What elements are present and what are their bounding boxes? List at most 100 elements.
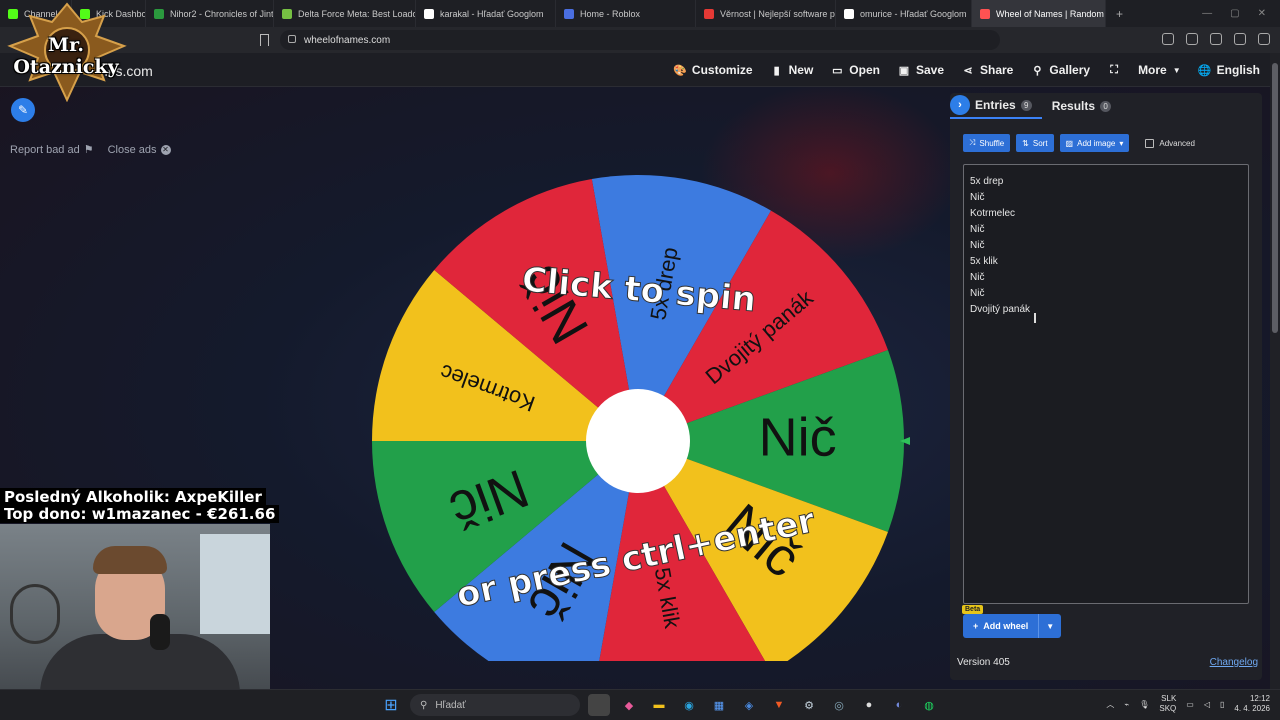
- lang-bottom: SKQ: [1159, 704, 1177, 713]
- browser-tab[interactable]: Wheel of Names | Random✕: [972, 0, 1106, 27]
- browser-tab[interactable]: karakal - Hľadať Googlom: [416, 0, 556, 27]
- webcam-microphone: [150, 614, 170, 650]
- shuffle-label: Shuffle: [979, 138, 1005, 148]
- display-icon[interactable]: ▭: [1186, 700, 1194, 709]
- shuffle-icon: ⤨: [969, 138, 976, 147]
- site-header: mes.com 🎨 Customize ▮ New ▭ Open ▣ Save ⋖ Sha…: [0, 53, 1270, 87]
- entry-line: 5x klik: [970, 256, 998, 267]
- microphone-icon[interactable]: 🎙: [1139, 700, 1149, 709]
- browser-tab[interactable]: Home - Roblox: [556, 0, 696, 27]
- copilot-icon[interactable]: ◆: [618, 694, 640, 716]
- taskbar-search-placeholder: Hľadať: [435, 699, 466, 711]
- maximize-icon[interactable]: ▢: [1230, 8, 1239, 19]
- system-tray: ︿ ⌁ 🎙 SLK SKQ ▭ ◁ ▯ 12:12 4. 4. 2026: [1106, 694, 1270, 714]
- url-field[interactable]: wheelofnames.com: [280, 30, 1000, 50]
- browser-tab-label: Home - Roblox: [580, 8, 641, 19]
- add-wheel-button[interactable]: Beta + Add wheel ▼: [962, 605, 1062, 638]
- version-label: Version 405: [957, 657, 1010, 668]
- fullscreen-button[interactable]: ⛶: [1108, 64, 1120, 76]
- browser-tab-label: Wheel of Names | Random: [996, 8, 1104, 19]
- browser-tab-label: karakal - Hľadať Googlom: [440, 8, 544, 19]
- clock-date: 4. 4. 2026: [1234, 704, 1270, 713]
- outlook-icon[interactable]: ◈: [738, 694, 760, 716]
- wallet-icon[interactable]: [1234, 33, 1246, 45]
- wheel[interactable]: 5x drepDvojitý panákNičNič5x klikNičNičK…: [370, 121, 910, 661]
- sort-button[interactable]: ⇅ Sort: [1016, 134, 1054, 152]
- battery-icon[interactable]: ▯: [1220, 700, 1224, 709]
- sidebar-icon[interactable]: [1210, 33, 1222, 45]
- keyboard-language[interactable]: SLK SKQ: [1159, 694, 1176, 714]
- browser-tab[interactable]: Nihor2 - Chronicles of Jinteia: [146, 0, 274, 27]
- customize-button[interactable]: 🎨 Customize: [673, 63, 753, 77]
- entries-textarea[interactable]: 5x drep Nič Kotrmelec Nič Nič 5x klik Nič Nič Dv…: [963, 164, 1249, 604]
- taskbar-search[interactable]: ⚲ Hľadať: [410, 694, 580, 716]
- language-button[interactable]: 🌐 English: [1198, 63, 1260, 77]
- minimize-icon[interactable]: —: [1202, 8, 1212, 19]
- add-wheel-dropdown[interactable]: ▼: [1039, 622, 1061, 631]
- save-button[interactable]: ▣ Save: [898, 63, 944, 77]
- tab-entries[interactable]: › Entries 9: [950, 93, 1042, 119]
- more-button[interactable]: More ▼: [1138, 63, 1181, 77]
- reading-list-icon[interactable]: [1186, 33, 1198, 45]
- site-info-icon[interactable]: [288, 35, 296, 43]
- network-icon[interactable]: ⌁: [1124, 700, 1129, 709]
- scrollbar-thumb[interactable]: [1272, 63, 1278, 333]
- wheel-slice-label: Nič: [759, 407, 837, 467]
- lang-top: SLK: [1161, 694, 1177, 703]
- entry-line: Nič: [970, 224, 985, 235]
- task-view-icon[interactable]: [588, 694, 610, 716]
- edge-icon[interactable]: ◉: [678, 694, 700, 716]
- report-bad-ad-link[interactable]: Report bad ad ⚑: [10, 143, 94, 157]
- page-scrollbar[interactable]: [1270, 53, 1280, 689]
- pencil-icon: ✎: [17, 103, 29, 117]
- tab-favicon-icon: [980, 8, 990, 19]
- advanced-toggle[interactable]: Advanced: [1145, 138, 1195, 148]
- obs-icon[interactable]: ●: [858, 694, 880, 716]
- volume-icon[interactable]: ◁: [1204, 700, 1210, 709]
- new-button[interactable]: ▮ New: [771, 63, 814, 77]
- windows-start-icon[interactable]: ⊞: [380, 694, 402, 716]
- entry-line: Kotrmelec: [970, 208, 1016, 219]
- webcam-fan: [10, 584, 60, 644]
- browser-tab[interactable]: omurice - Hľadať Googlom: [836, 0, 972, 27]
- new-label: New: [788, 63, 814, 77]
- fullscreen-icon: ⛶: [1110, 63, 1118, 76]
- taskbar-clock[interactable]: 12:12 4. 4. 2026: [1234, 694, 1270, 714]
- browser-tab[interactable]: Delta Force Meta: Best Loadou: [274, 0, 416, 27]
- entry-line: Nič: [970, 192, 985, 203]
- search-icon: ⚲: [420, 699, 428, 711]
- calculator-icon[interactable]: ▦: [708, 694, 730, 716]
- extensions-icon[interactable]: [1162, 33, 1174, 45]
- share-button[interactable]: ⋖ Share: [962, 63, 1013, 77]
- steam-icon[interactable]: ⚙: [798, 694, 820, 716]
- file-explorer-icon[interactable]: ▬: [648, 694, 670, 716]
- add-wheel-main[interactable]: + Add wheel: [963, 614, 1040, 638]
- open-button[interactable]: ▭ Open: [831, 63, 880, 77]
- changelog-link[interactable]: Changelog: [1210, 657, 1258, 668]
- close-ads-link[interactable]: Close ads ✕: [108, 143, 171, 156]
- browser-tab-label: Věrnost | Nejlepší software pro: [720, 8, 836, 19]
- menu-icon[interactable]: [1258, 33, 1270, 45]
- site-nav: 🎨 Customize ▮ New ▭ Open ▣ Save ⋖ Share ⚲ Gall…: [673, 53, 1260, 87]
- tray-chevron-icon[interactable]: ︿: [1106, 699, 1114, 710]
- wheel-center-hub[interactable]: [586, 389, 690, 493]
- url-text: wheelofnames.com: [304, 34, 391, 46]
- spotify-icon[interactable]: ◍: [918, 694, 940, 716]
- flag-icon: ⚑: [83, 144, 94, 156]
- add-image-button[interactable]: ▨ Add image ▾: [1059, 134, 1130, 152]
- brave-icon[interactable]: ▼: [768, 694, 790, 716]
- close-window-icon[interactable]: ✕: [1258, 8, 1266, 19]
- bookmark-icon[interactable]: [260, 34, 269, 46]
- chevron-right-icon[interactable]: ›: [950, 95, 970, 115]
- overlay-last-follower: Posledný Alkoholik: AxpeKiller: [0, 488, 266, 506]
- browser-tab[interactable]: Věrnost | Nejlepší software pro: [696, 0, 836, 27]
- new-tab-icon[interactable]: +: [1106, 7, 1133, 21]
- share-icon: ⋖: [963, 64, 973, 77]
- shuffle-button[interactable]: ⤨ Shuffle: [963, 134, 1011, 152]
- advanced-checkbox[interactable]: [1145, 138, 1155, 148]
- gallery-button[interactable]: ⚲ Gallery: [1031, 63, 1090, 77]
- discord-icon[interactable]: ◐: [888, 694, 910, 716]
- tab-results[interactable]: Results 0: [1042, 93, 1121, 119]
- app-icon[interactable]: ◎: [828, 694, 850, 716]
- image-icon: ▨: [1065, 138, 1074, 148]
